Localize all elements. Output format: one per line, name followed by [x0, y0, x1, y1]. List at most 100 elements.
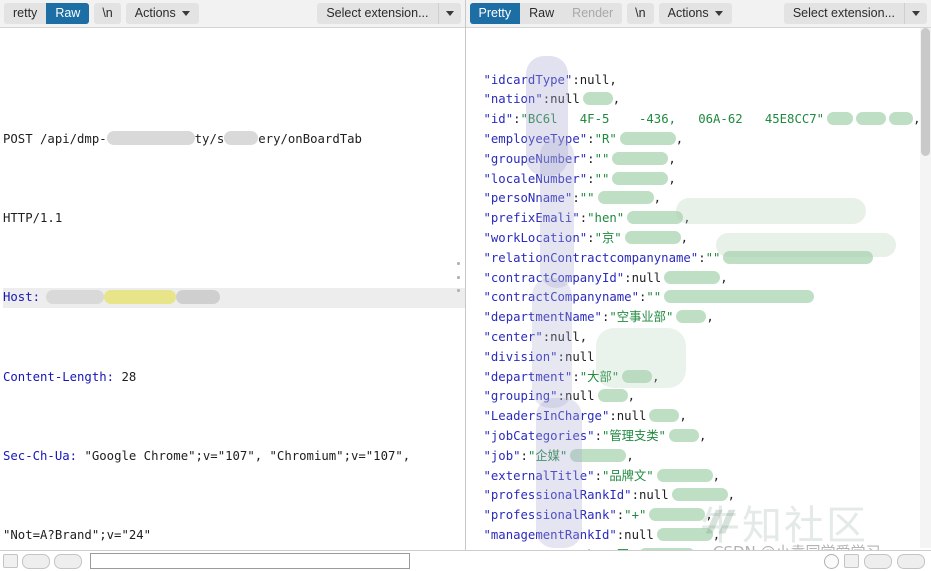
json-separator: :	[698, 250, 706, 265]
json-line: "professionalRankId":null,	[484, 486, 931, 506]
json-tail: ,	[627, 389, 635, 404]
redaction-bar-highlighted	[104, 289, 177, 304]
json-separator: :	[594, 428, 602, 443]
json-key: "persoNname"	[483, 191, 573, 206]
json-tail: ,	[612, 92, 621, 107]
request-view-mode-group[interactable]: retty Raw	[4, 3, 90, 24]
response-extension-label[interactable]: Select extension...	[783, 3, 904, 24]
request-extension-label[interactable]: Select extension...	[317, 3, 438, 24]
request-view-raw-button[interactable]: Raw	[46, 3, 90, 24]
json-separator: :	[513, 112, 521, 127]
json-separator: :	[594, 468, 602, 483]
response-view-raw-button[interactable]: Raw	[520, 3, 564, 24]
json-key: "employeeType"	[483, 131, 588, 146]
header-value: "Google Chrome";v="107", "Chromium";v="1…	[77, 448, 411, 463]
json-value: null	[638, 488, 669, 503]
json-tail: ,	[706, 310, 714, 325]
highlight-toggle-icon[interactable]	[824, 553, 839, 569]
response-view-mode-group[interactable]: Pretty Raw Render	[469, 3, 623, 24]
json-key: "contractCompanyId"	[483, 270, 625, 285]
redaction-bar	[176, 289, 221, 304]
response-view-pretty-button[interactable]: Pretty	[469, 3, 521, 24]
json-tail: ,	[727, 488, 736, 503]
json-value: null	[631, 270, 662, 285]
response-actions-menu[interactable]: Actions	[658, 3, 732, 24]
json-key: "id"	[483, 112, 514, 127]
redaction-bar	[664, 270, 721, 284]
json-line: "contractCompanyId":null,	[484, 269, 931, 289]
redaction-bar	[664, 290, 815, 304]
response-extension-select[interactable]: Select extension...	[783, 3, 927, 24]
json-value: "管理支类"	[601, 428, 666, 443]
redaction-bar	[649, 508, 706, 522]
redaction-bar	[723, 250, 874, 264]
json-value: null	[564, 349, 595, 364]
redaction-bar	[612, 171, 669, 185]
json-value: "hen"	[587, 211, 625, 226]
match-case-toggle[interactable]	[22, 553, 50, 569]
header-row-host: Host:	[3, 288, 465, 309]
request-toolbar-right: Select extension...	[317, 3, 461, 24]
json-key: "nation"	[483, 92, 543, 107]
json-value: null	[624, 527, 654, 542]
chevron-down-icon	[714, 11, 723, 16]
json-separator: :	[572, 72, 580, 87]
bottom-search-bar	[0, 550, 931, 571]
json-key: "LeadersInCharge"	[483, 409, 610, 424]
response-body-text[interactable]: "idcardType":null, "nation":null, "id":"BC…	[465, 28, 931, 571]
redaction-bar	[106, 131, 195, 146]
redaction-bar	[656, 527, 713, 541]
redaction-bar	[671, 488, 728, 502]
header-name: Content-Length:	[3, 369, 115, 384]
redaction-bar	[224, 131, 259, 146]
json-key: "departmentName"	[483, 310, 602, 325]
json-tail: ,	[683, 211, 691, 226]
search-icon[interactable]	[844, 554, 859, 568]
search-input[interactable]	[90, 553, 410, 569]
panel-divider-handle[interactable]	[455, 262, 461, 292]
redaction-bar	[827, 112, 854, 126]
request-newline-button[interactable]: \n	[94, 3, 121, 24]
json-line: "nation":null,	[484, 90, 931, 110]
response-newline-button[interactable]: \n	[627, 3, 654, 24]
bottom-right-controls	[824, 553, 931, 569]
json-line: "externalTitle":"品牌文",	[484, 467, 931, 487]
json-value: "企媒"	[527, 448, 568, 463]
regex-toggle[interactable]	[897, 553, 925, 569]
json-key: "prefixEmali"	[483, 211, 580, 226]
search-icon[interactable]	[3, 554, 18, 568]
match-case-toggle[interactable]	[864, 553, 892, 569]
json-separator: :	[587, 151, 595, 166]
json-key: "groupeNumber"	[483, 151, 588, 166]
request-actions-label: Actions	[134, 6, 176, 20]
json-line: "departmentName":"空事业部",	[484, 308, 931, 328]
request-line: POST /api/dmp-ty/s ery/onBoardTab	[3, 130, 465, 150]
header-name: Host:	[3, 290, 41, 305]
regex-toggle[interactable]	[54, 553, 82, 569]
json-tail: ,	[680, 230, 689, 245]
request-panel: retty Raw \n Actions Select extension...	[0, 0, 465, 571]
redaction-bar	[668, 428, 699, 442]
scrollbar-thumb[interactable]	[921, 28, 930, 156]
json-tail: ,	[720, 270, 728, 285]
json-separator: :	[520, 448, 528, 463]
request-view-pretty-button[interactable]: retty	[4, 3, 47, 24]
json-separator: :	[557, 349, 565, 364]
chevron-down-icon	[181, 11, 190, 16]
request-extension-select[interactable]: Select extension...	[317, 3, 461, 24]
json-line: "relationContractcompanyname":""	[484, 249, 931, 269]
chevron-down-icon[interactable]	[437, 3, 461, 24]
json-line: "division":null	[484, 348, 931, 368]
request-body-text[interactable]: POST /api/dmp-ty/s ery/onBoardTab HTTP/1.…	[0, 28, 465, 571]
redaction-bar	[619, 131, 676, 145]
response-vertical-scrollbar[interactable]	[920, 28, 931, 548]
json-key: "center"	[483, 329, 543, 344]
response-toolbar-right: Select extension...	[783, 3, 927, 24]
json-key: "job"	[483, 448, 521, 463]
redaction-bar	[856, 112, 887, 126]
request-actions-menu[interactable]: Actions	[125, 3, 199, 24]
redaction-bar	[570, 448, 627, 462]
chevron-down-icon[interactable]	[904, 3, 927, 24]
request-method-path-prefix: POST /api/dmp-	[3, 131, 107, 146]
response-toolbar: Pretty Raw Render \n Actions Select exte…	[465, 0, 931, 28]
